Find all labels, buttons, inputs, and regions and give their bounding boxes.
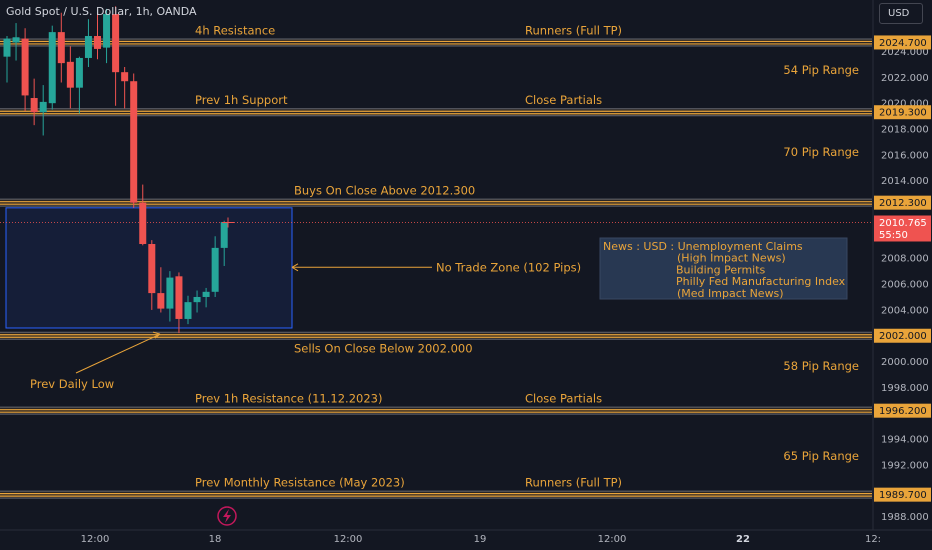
countdown-label: 55:50 <box>879 230 908 241</box>
currency-button[interactable]: USD <box>879 3 923 24</box>
level-right-label: Close Partials <box>525 93 602 107</box>
prev-daily-low-label: Prev Daily Low <box>30 377 114 391</box>
symbol-title: Gold Spot / U.S. Dollar, 1h, OANDA <box>6 5 197 18</box>
level-right-label: Runners (Full TP) <box>525 23 622 37</box>
candle-body[interactable] <box>94 35 101 49</box>
time-tick-label: 18 <box>209 534 222 545</box>
level-left-label: Prev 1h Resistance (11.12.2023) <box>195 392 382 406</box>
time-tick-label: 12:00 <box>334 534 363 545</box>
pip-range-label: 58 Pip Range <box>783 359 859 373</box>
time-tick-label: 19 <box>474 534 487 545</box>
candle-body[interactable] <box>184 302 192 319</box>
level-price-tag-label: 2012.300 <box>879 198 927 209</box>
candle-body[interactable] <box>57 32 65 64</box>
candle-body[interactable] <box>48 32 56 104</box>
candle-body[interactable] <box>157 293 165 309</box>
candle-body[interactable] <box>103 14 111 48</box>
no-trade-zone-label: No Trade Zone (102 Pips) <box>436 260 581 274</box>
candle-body[interactable] <box>12 37 20 43</box>
candle-body[interactable] <box>3 38 11 57</box>
level-price-tag-label: 1989.700 <box>879 490 927 501</box>
candle-body[interactable] <box>121 72 129 82</box>
time-tick-label: 12:00 <box>81 534 110 545</box>
price-tick-label: 1998.000 <box>881 383 929 394</box>
candle-body[interactable] <box>112 14 120 73</box>
level-left-label: Prev Monthly Resistance (May 2023) <box>195 476 405 490</box>
price-tick-label: 2008.000 <box>881 254 929 265</box>
level-price-tag-label: 1996.200 <box>879 406 927 417</box>
level-band <box>0 407 872 415</box>
candle-body[interactable] <box>21 38 29 96</box>
price-tick-label: 2000.000 <box>881 357 929 368</box>
pip-range-label: 65 Pip Range <box>783 449 859 463</box>
news-line: (Med Impact News) <box>677 287 784 300</box>
candle-body[interactable] <box>202 291 210 297</box>
candle-body[interactable] <box>220 222 228 248</box>
news-box-layer: News : USD : Unemployment Claims(High Im… <box>599 237 848 300</box>
time-tick-label: 12: <box>865 534 881 545</box>
level-band <box>0 491 872 499</box>
price-tick-label: 2018.000 <box>881 125 929 136</box>
price-tick-label: 2006.000 <box>881 280 929 291</box>
time-tick-label: 22 <box>736 534 750 545</box>
level-price-tag-label: 2002.000 <box>879 331 927 342</box>
candle-body[interactable] <box>175 276 183 319</box>
price-tick-label: 1992.000 <box>881 460 929 471</box>
level-left-label: 4h Resistance <box>195 23 275 37</box>
candle-body[interactable] <box>84 35 92 58</box>
candle-body[interactable] <box>193 296 201 303</box>
level-right-label: Runners (Full TP) <box>525 476 622 490</box>
current-price-label: 2010.765 <box>879 218 927 229</box>
candle-body[interactable] <box>39 101 47 113</box>
price-tick-label: 1994.000 <box>881 435 929 446</box>
level-price-tag-label: 2019.300 <box>879 108 927 119</box>
candle-body[interactable] <box>166 277 174 309</box>
price-tick-label: 2022.000 <box>881 73 929 84</box>
candle-body[interactable] <box>66 61 74 88</box>
level-price-tag-label: 2024.700 <box>879 38 927 49</box>
price-tick-label: 2014.000 <box>881 176 929 187</box>
level-band <box>0 38 872 46</box>
candle-body[interactable] <box>139 202 147 245</box>
price-tick-label: 1988.000 <box>881 512 929 523</box>
level-left-label: Sells On Close Below 2002.000 <box>294 342 473 356</box>
price-axis[interactable]: 2024.0002022.0002020.0002018.0002016.000… <box>872 0 932 530</box>
level-left-label: Buys On Close Above 2012.300 <box>294 184 475 198</box>
level-band <box>0 332 872 340</box>
candle-body[interactable] <box>75 57 83 88</box>
candle-body[interactable] <box>30 98 38 113</box>
price-tick-label: 2004.000 <box>881 305 929 316</box>
price-tick-label: 2016.000 <box>881 150 929 161</box>
candle-body[interactable] <box>130 81 138 203</box>
chart-canvas[interactable]: 4h Resistance Runners (Full TP) Prev 1h Su… <box>0 0 932 550</box>
level-left-label: Prev 1h Support <box>195 93 288 107</box>
pip-range-label: 54 Pip Range <box>783 63 859 77</box>
time-tick-label: 12:00 <box>598 534 627 545</box>
pip-range-label: 70 Pip Range <box>783 145 859 159</box>
level-right-label: Close Partials <box>525 392 602 406</box>
candle-body[interactable] <box>211 247 219 292</box>
candle-body[interactable] <box>148 244 156 294</box>
